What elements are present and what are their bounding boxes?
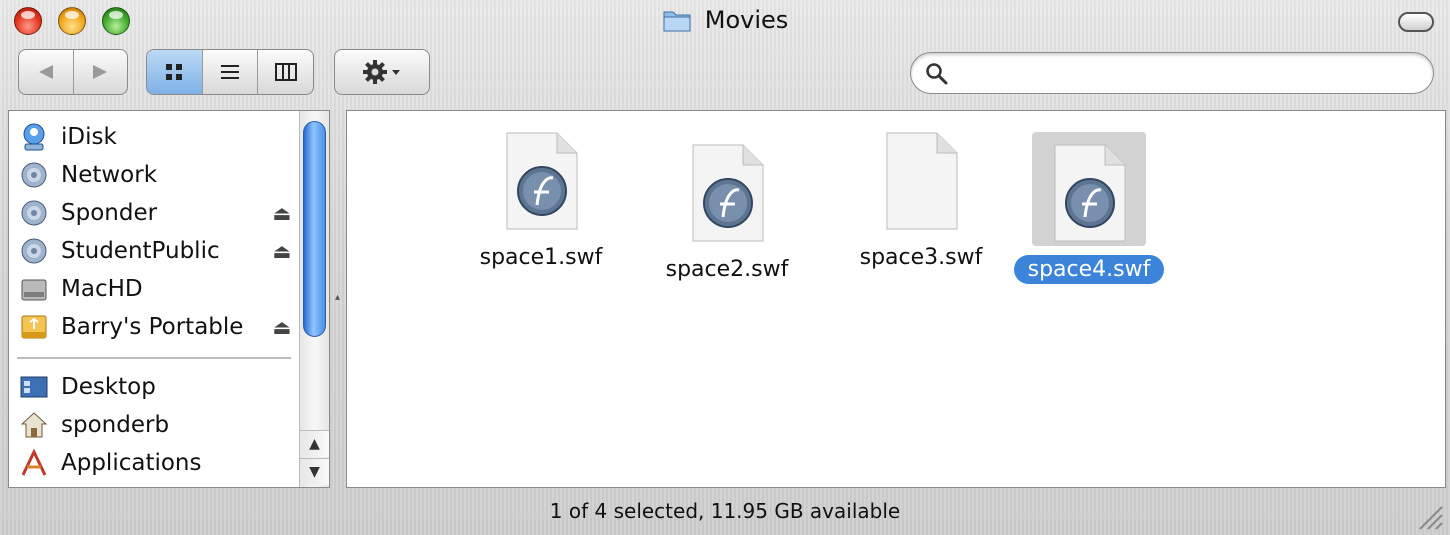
server-icon	[19, 236, 49, 266]
file-item-selected[interactable]: space4.swf	[999, 132, 1179, 284]
gear-icon	[363, 60, 400, 84]
file-item[interactable]: space3.swf	[831, 129, 1011, 272]
title-bar[interactable]: Movies	[0, 0, 1450, 44]
sidebar-item-label: Sponder	[61, 200, 158, 226]
scroll-down-arrow-icon[interactable]: ▼	[300, 458, 329, 485]
status-bar: 1 of 4 selected, 11.95 GB available	[0, 490, 1450, 535]
search-field[interactable]	[910, 52, 1434, 94]
idisk-icon	[19, 122, 49, 152]
eject-icon[interactable]: ⏏	[271, 202, 293, 224]
column-view-button[interactable]	[258, 50, 313, 94]
icon-view-icon	[166, 64, 183, 80]
file-item[interactable]: space2.swf	[637, 141, 817, 284]
window-title-area: Movies	[0, 6, 1450, 38]
finder-window: Movies iDisk Network Sponder ⏏ StudentPu…	[0, 0, 1450, 535]
file-name: space1.swf	[479, 245, 603, 270]
sidebar-item-sponderb[interactable]: sponderb	[19, 407, 289, 443]
file-name: space3.swf	[859, 245, 983, 270]
flash-document-icon	[679, 141, 775, 245]
sidebar-item-barrys-portable[interactable]: Barry's Portable ⏏	[19, 309, 291, 345]
flash-document-icon	[493, 129, 589, 233]
scroll-up-arrow-icon[interactable]: ▲	[300, 430, 329, 457]
usb-drive-icon	[19, 312, 49, 342]
file-item[interactable]: space1.swf	[451, 129, 631, 272]
splitter-handle-icon: ▴	[335, 292, 341, 303]
home-icon	[19, 410, 49, 440]
sidebar-item-label: Desktop	[61, 374, 156, 400]
sidebar-item-studentpublic[interactable]: StudentPublic ⏏	[19, 233, 291, 269]
sidebar-item-desktop[interactable]: Desktop	[19, 369, 289, 405]
status-text: 1 of 4 selected, 11.95 GB available	[549, 499, 901, 523]
search-icon	[926, 63, 948, 85]
column-view-icon	[274, 63, 297, 81]
network-icon	[19, 160, 49, 190]
sidebar-item-label: sponderb	[61, 412, 170, 438]
window-title: Movies	[704, 6, 789, 34]
folder-icon	[662, 7, 692, 33]
sidebar-item-idisk[interactable]: iDisk	[19, 119, 289, 155]
view-mode-control	[146, 49, 314, 95]
sidebar-item-label: iDisk	[61, 124, 117, 150]
forward-arrow-icon	[93, 65, 108, 79]
resize-grip-icon[interactable]	[1414, 501, 1444, 531]
back-arrow-icon	[38, 65, 53, 79]
sidebar: iDisk Network Sponder ⏏ StudentPublic ⏏	[8, 110, 330, 488]
desktop-icon	[19, 372, 49, 402]
action-menu-button[interactable]	[334, 49, 430, 95]
sidebar-scroll-thumb[interactable]	[303, 121, 326, 337]
file-name: space4.swf	[1013, 255, 1165, 284]
sidebar-item-label: StudentPublic	[61, 238, 220, 264]
search-input[interactable]	[959, 57, 1423, 91]
action-menu-cell[interactable]	[335, 50, 429, 94]
sidebar-item-applications[interactable]: Applications	[19, 445, 289, 481]
back-forward-control	[18, 49, 128, 95]
hard-drive-icon	[19, 274, 49, 304]
eject-icon[interactable]: ⏏	[271, 316, 293, 338]
eject-icon[interactable]: ⏏	[271, 240, 293, 262]
sidebar-item-label: Barry's Portable	[61, 314, 244, 340]
sidebar-item-machd[interactable]: MacHD	[19, 271, 289, 307]
toolbar-toggle-button[interactable]	[1398, 12, 1434, 32]
sidebar-item-network[interactable]: Network	[19, 157, 289, 193]
back-button[interactable]	[19, 50, 74, 94]
file-name: space2.swf	[665, 257, 789, 282]
sidebar-item-label: MacHD	[61, 276, 143, 302]
flash-document-icon	[1032, 132, 1146, 246]
sidebar-item-sponder[interactable]: Sponder ⏏	[19, 195, 291, 231]
blank-document-icon	[873, 129, 969, 233]
server-icon	[19, 198, 49, 228]
sidebar-scrollbar[interactable]: ▲ ▼	[299, 111, 329, 487]
sidebar-divider	[17, 357, 291, 359]
list-view-button[interactable]	[203, 50, 259, 94]
sidebar-splitter[interactable]: ▴	[332, 110, 344, 488]
applications-icon	[19, 448, 49, 478]
forward-button[interactable]	[74, 50, 128, 94]
icon-view-button[interactable]	[147, 50, 203, 94]
sidebar-item-label: Network	[61, 162, 158, 188]
file-browser-area: space1.swf space2.swf space3.swf space4.…	[346, 110, 1446, 488]
sidebar-item-label: Applications	[61, 450, 202, 476]
list-view-icon	[221, 65, 239, 79]
